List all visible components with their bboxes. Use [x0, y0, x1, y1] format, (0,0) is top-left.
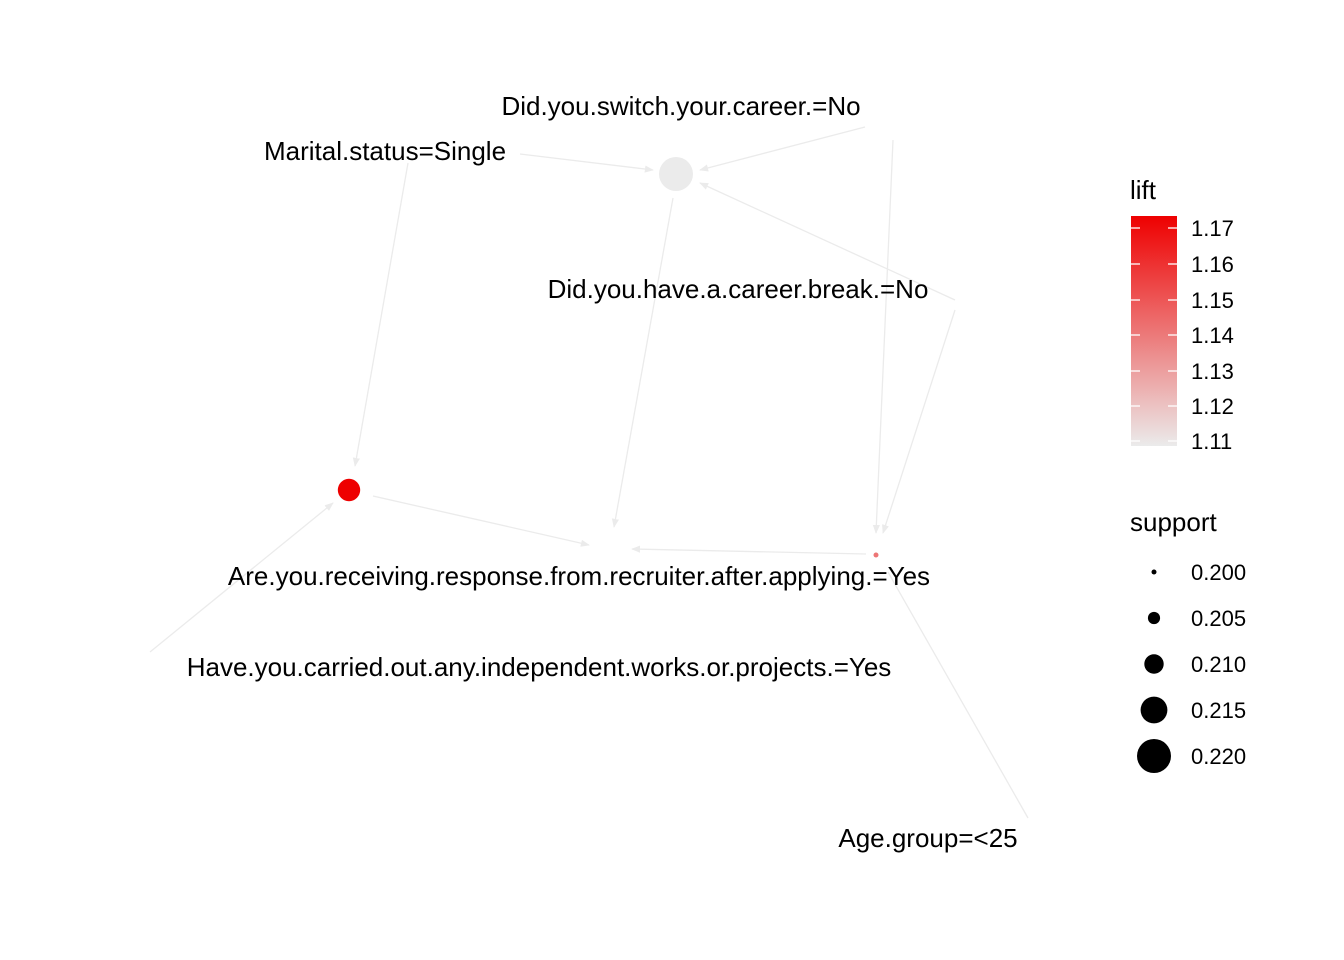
support-legend-title: support [1130, 507, 1217, 537]
support-key-circle [1144, 654, 1164, 674]
support-key-circle [1137, 739, 1171, 773]
lift-color-bar [1131, 216, 1177, 446]
edge-switch-to-rule-right [872, 139, 894, 534]
item-label-age-group: Age.group=<25 [838, 823, 1017, 853]
edge-careerbreak-to-rule-right [882, 309, 956, 534]
support-tick-label: 0.220 [1191, 744, 1246, 769]
edge-marital-to-rule-top [519, 153, 654, 173]
edge-switch-to-rule-top [699, 126, 866, 172]
edge-age-to-rule-right [887, 571, 1029, 819]
lift-tick-label: 1.14 [1191, 323, 1234, 348]
rule-node-right [873, 552, 879, 558]
support-legend: support 0.200 0.205 0.210 0.215 0.220 [1130, 507, 1246, 773]
support-key-circle [1151, 569, 1157, 575]
lift-tick-label: 1.16 [1191, 252, 1234, 277]
support-tick-label: 0.215 [1191, 698, 1246, 723]
rule-node-left [337, 478, 361, 502]
support-tick-label: 0.205 [1191, 606, 1246, 631]
lift-tick-label: 1.13 [1191, 359, 1234, 384]
item-label-marital-status: Marital.status=Single [264, 136, 506, 166]
support-tick-label: 0.200 [1191, 560, 1246, 585]
item-label-switch-career: Did.you.switch.your.career.=No [501, 91, 860, 121]
association-rule-graph: Did.you.switch.your.career.=No Marital.s… [149, 91, 1246, 853]
support-key-circle [1140, 696, 1168, 724]
edges [149, 126, 1029, 819]
item-label-career-break: Did.you.have.a.career.break.=No [548, 274, 929, 304]
item-label-independent-projects: Have.you.carried.out.any.independent.wor… [187, 652, 892, 682]
lift-tick-label: 1.11 [1191, 429, 1232, 454]
item-labels: Did.you.switch.your.career.=No Marital.s… [187, 91, 1018, 853]
lift-tick-label: 1.12 [1191, 394, 1234, 419]
lift-tick-label: 1.17 [1191, 216, 1234, 241]
lift-legend: lift 1.17 1.16 1.15 1.14 1.13 1.12 1.11 [1130, 175, 1234, 454]
support-key-circle [1147, 611, 1161, 625]
edge-rule-right-to-recruiter [631, 545, 867, 555]
lift-tick-label: 1.15 [1191, 288, 1234, 313]
edge-marital-to-rule-left [352, 162, 409, 467]
item-label-recruiter-response: Are.you.receiving.response.from.recruite… [228, 561, 930, 591]
edge-rule-top-to-recruiter [611, 197, 674, 528]
rule-node-top [659, 157, 693, 191]
support-tick-label: 0.210 [1191, 652, 1246, 677]
lift-legend-title: lift [1130, 175, 1157, 205]
edge-rule-left-to-recruiter [372, 495, 590, 547]
rule-nodes [337, 157, 879, 558]
